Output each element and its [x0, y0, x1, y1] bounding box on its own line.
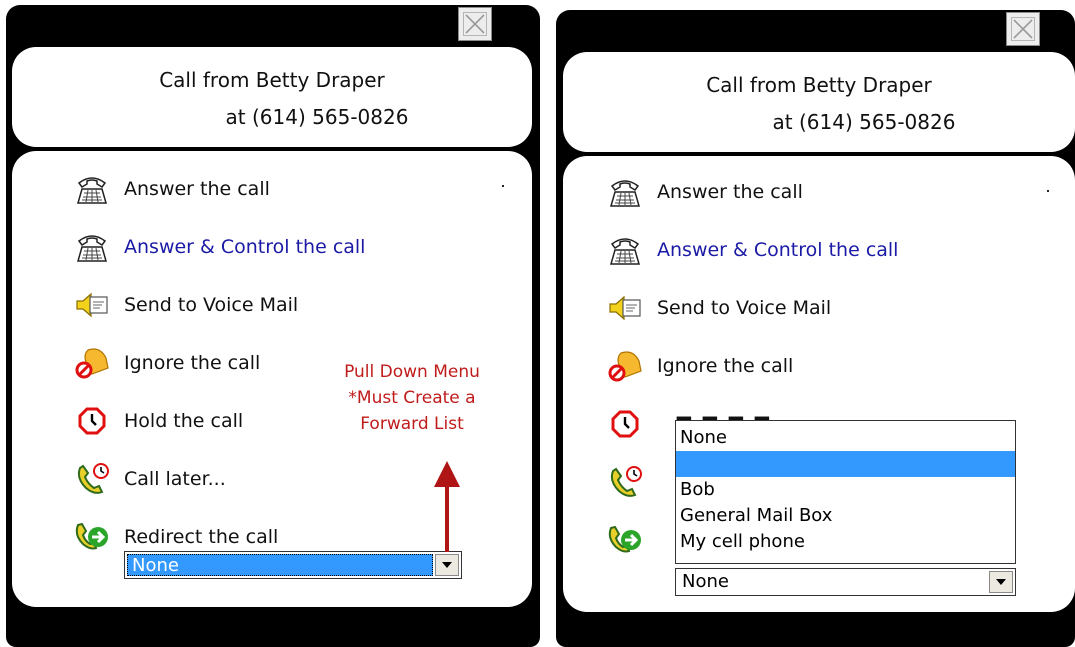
- action-label: Answer the call: [657, 181, 803, 203]
- phone-redirect-icon: [74, 519, 110, 555]
- dropdown-option[interactable]: None: [676, 425, 1015, 451]
- forward-select[interactable]: None: [675, 568, 1016, 596]
- chevron-down-icon: [442, 562, 452, 568]
- dropdown-option[interactable]: My cell phone: [676, 529, 1015, 555]
- right-call-popup: Call from Betty Draper at (614) 565-0826…: [556, 10, 1075, 647]
- close-icon: [463, 12, 487, 36]
- forward-dropdown-list[interactable]: None Bob General Mail Box My cell phone: [675, 420, 1016, 564]
- action-answer[interactable]: Answer the call: [74, 171, 270, 207]
- forward-select-value: None: [127, 554, 433, 576]
- action-answer[interactable]: Answer the call: [607, 174, 803, 210]
- phone-icon: [74, 171, 110, 207]
- clock-hold-icon: [607, 406, 643, 442]
- close-button[interactable]: [458, 7, 492, 41]
- forward-select[interactable]: None: [124, 551, 462, 579]
- action-hold[interactable]: Hold the call: [74, 403, 243, 439]
- action-label: Send to Voice Mail: [124, 294, 299, 316]
- caller-name: Call from Betty Draper: [159, 68, 385, 92]
- annotation-line: *Must Create a: [348, 388, 476, 408]
- annotation-line: Pull Down Menu: [344, 362, 480, 382]
- caller-number: at (614) 565-0826: [772, 110, 956, 134]
- caller-number: at (614) 565-0826: [225, 105, 409, 129]
- red-arrow: [434, 461, 460, 552]
- dot-mark: [502, 185, 504, 187]
- forward-select-value: None: [682, 571, 729, 592]
- action-label: Answer & Control the call: [124, 236, 366, 258]
- phone-clock-icon: [607, 464, 643, 500]
- action-call-later[interactable]: [607, 464, 657, 500]
- action-call-later[interactable]: Call later...: [74, 461, 226, 497]
- phone-icon: [607, 232, 643, 268]
- action-label: Call later...: [124, 468, 226, 490]
- caller-info-card: Call from Betty Draper at (614) 565-0826: [563, 52, 1075, 152]
- phone-redirect-icon: [607, 522, 643, 558]
- action-ignore[interactable]: Ignore the call: [607, 348, 793, 384]
- annotation-text: Pull Down Menu *Must Create a Forward Li…: [312, 359, 512, 437]
- dropdown-option-selected[interactable]: [676, 451, 1015, 477]
- action-redirect[interactable]: [607, 522, 657, 558]
- action-ignore[interactable]: Ignore the call: [74, 345, 260, 381]
- actions-card: Answer the call Answer & Control the cal…: [563, 156, 1075, 612]
- action-label: Send to Voice Mail: [657, 297, 832, 319]
- phone-icon: [607, 174, 643, 210]
- phone-icon: [74, 229, 110, 265]
- dropdown-button[interactable]: [989, 571, 1013, 593]
- action-answer-control[interactable]: Answer & Control the call: [607, 232, 898, 268]
- close-button[interactable]: [1006, 12, 1040, 46]
- action-label: Ignore the call: [657, 355, 794, 377]
- action-answer-control[interactable]: Answer & Control the call: [74, 229, 365, 265]
- caller-info-card: Call from Betty Draper at (614) 565-0826: [12, 47, 532, 147]
- clock-hold-icon: [74, 403, 110, 439]
- action-voicemail[interactable]: Send to Voice Mail: [74, 287, 298, 323]
- action-label: Answer & Control the call: [657, 239, 899, 261]
- chevron-down-icon: [996, 579, 1006, 585]
- action-label: Answer the call: [124, 178, 270, 200]
- annotation-line: Forward List: [360, 414, 464, 434]
- left-call-popup: Call from Betty Draper at (614) 565-0826…: [6, 5, 540, 647]
- dot-mark: [1047, 190, 1049, 192]
- caller-name: Call from Betty Draper: [706, 73, 932, 97]
- voicemail-icon: [74, 287, 110, 323]
- dropdown-option[interactable]: General Mail Box: [676, 503, 1015, 529]
- action-label: Ignore the call: [124, 352, 261, 374]
- action-voicemail[interactable]: Send to Voice Mail: [607, 290, 831, 326]
- dropdown-option[interactable]: Bob: [676, 477, 1015, 503]
- close-icon: [1011, 17, 1035, 41]
- action-label: Hold the call: [124, 410, 244, 432]
- bell-ignore-icon: [607, 348, 643, 384]
- bell-ignore-icon: [74, 345, 110, 381]
- actions-card: Answer the call Answer & Control the cal…: [12, 151, 532, 607]
- action-label: Redirect the call: [124, 526, 279, 548]
- phone-clock-icon: [74, 461, 110, 497]
- dropdown-button[interactable]: [435, 554, 459, 576]
- voicemail-icon: [607, 290, 643, 326]
- action-hold[interactable]: [607, 406, 657, 442]
- action-redirect[interactable]: Redirect the call: [74, 519, 278, 555]
